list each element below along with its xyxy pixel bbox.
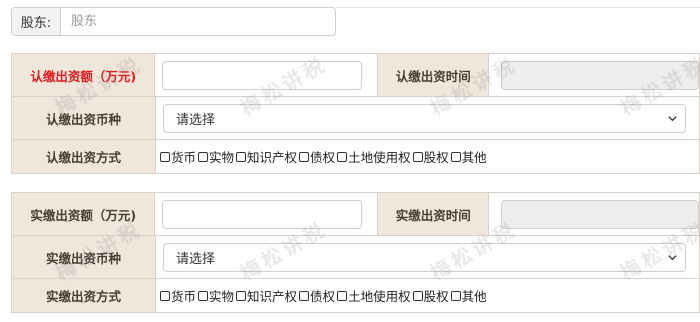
checkbox[interactable] [299,290,310,301]
divider [336,7,700,8]
paid-method-option[interactable]: 土地使用权 [337,286,411,305]
subscribed-time-label: 认缴出资时间 [377,54,489,96]
paid-method-option[interactable]: 实物 [198,286,234,305]
subscribed-currency-row: 认缴出资币种 请选择 [12,97,699,140]
paid-method-option[interactable]: 货币 [160,286,196,305]
checkbox[interactable] [198,290,209,301]
paid-currency-select[interactable]: 请选择 [163,242,686,272]
paid-currency-value: 请选择 [176,251,216,267]
paid-amount-input[interactable] [162,199,363,229]
paid-method-option[interactable]: 债权 [299,286,335,305]
checkbox[interactable] [160,290,170,301]
subscribed-currency-value: 请选择 [176,112,216,128]
paid-method-option[interactable]: 知识产权 [236,286,297,305]
paid-method-option[interactable]: 股权 [412,286,449,305]
checkbox[interactable] [450,151,461,162]
subscribed-method-label: 认缴出资方式 [12,140,156,173]
paid-method-label: 实缴出资方式 [12,279,156,312]
subscribed-method-option[interactable]: 其他 [450,147,487,166]
paid-amount-row: 实缴出资额（万元) 实缴出资时间 [12,193,699,236]
checkbox[interactable] [236,290,247,301]
subscribed-method-option[interactable]: 实物 [198,147,234,166]
checkbox[interactable] [160,151,170,162]
paid-currency-row: 实缴出资币种 请选择 [12,236,699,279]
checkbox[interactable] [299,151,310,162]
subscribed-method-options: 货币 实物 知识产权 债权 土地使用权 股权 其他 [156,140,489,173]
subscribed-method-option[interactable]: 债权 [299,147,335,166]
checkbox[interactable] [412,151,423,162]
checkbox[interactable] [198,151,209,162]
subscribed-time-input[interactable] [501,60,699,90]
paid-method-row: 实缴出资方式 货币 实物 知识产权 债权 土地使用权 股权 其他 [12,279,699,312]
paid-capital-section: 实缴出资额（万元) 实缴出资时间 实缴出资币种 请选择 实缴出资方式 货币 实物… [11,192,700,313]
shareholder-field: 股东: [11,7,336,36]
subscribed-currency-select[interactable]: 请选择 [163,103,686,133]
paid-method-option[interactable]: 其他 [450,286,487,305]
subscribed-method-option[interactable]: 土地使用权 [337,147,411,166]
chevron-down-icon [668,254,677,260]
subscribed-amount-input[interactable] [162,60,363,90]
paid-method-options: 货币 实物 知识产权 债权 土地使用权 股权 其他 [156,279,489,312]
subscribed-amount-label: 认缴出资额（万元) [12,54,156,96]
checkbox[interactable] [412,290,423,301]
subscribed-method-option[interactable]: 货币 [160,147,196,166]
shareholder-label: 股东: [12,8,61,35]
chevron-down-icon [668,115,677,121]
subscribed-currency-label: 认缴出资币种 [12,97,156,139]
shareholder-input[interactable] [61,8,335,35]
paid-currency-label: 实缴出资币种 [12,236,156,278]
paid-time-input[interactable] [501,199,699,229]
checkbox[interactable] [450,290,461,301]
paid-amount-label: 实缴出资额（万元) [12,193,156,235]
paid-time-label: 实缴出资时间 [377,193,489,235]
subscribed-method-option[interactable]: 股权 [412,147,449,166]
checkbox[interactable] [337,151,348,162]
checkbox[interactable] [337,290,348,301]
checkbox[interactable] [236,151,247,162]
subscribed-method-row: 认缴出资方式 货币 实物 知识产权 债权 土地使用权 股权 其他 [12,140,699,173]
subscribed-amount-row: 认缴出资额（万元) 认缴出资时间 [12,54,699,97]
subscribed-method-option[interactable]: 知识产权 [236,147,297,166]
subscribed-capital-section: 认缴出资额（万元) 认缴出资时间 认缴出资币种 请选择 认缴出资方式 货币 实物… [11,53,700,174]
